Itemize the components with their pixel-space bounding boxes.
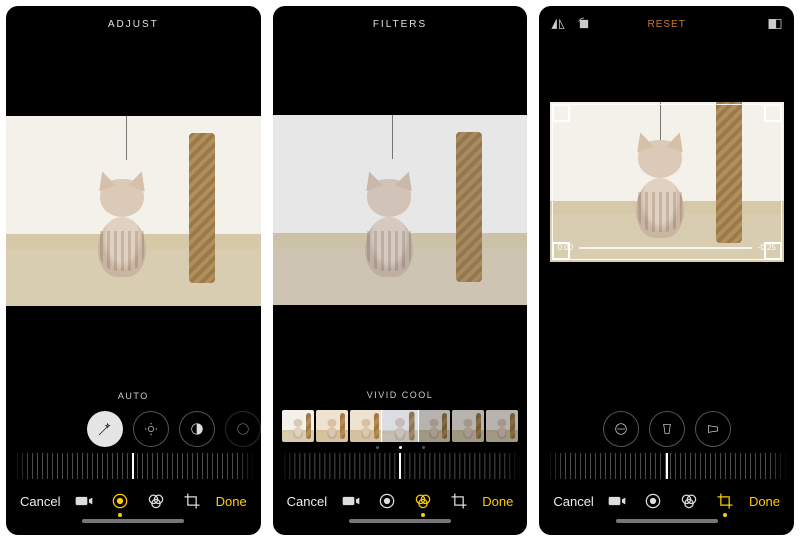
header-title: FILTERS (373, 19, 427, 30)
header: RESET (539, 6, 794, 42)
filter-thumb-vivid[interactable] (316, 410, 348, 442)
filter-thumb-dramatic-cool[interactable] (486, 410, 518, 442)
home-indicator[interactable] (616, 519, 718, 523)
editor-panel-crop: RESET 0:00 -0:25 (539, 6, 794, 535)
brilliance-icon (235, 421, 251, 437)
perspective-vertical-icon (659, 421, 675, 437)
rotation-slider[interactable] (545, 453, 788, 479)
filter-indicator-dots (273, 446, 528, 449)
adjust-tab-icon[interactable] (377, 491, 397, 511)
filters-tab-icon[interactable] (146, 491, 166, 511)
filter-thumb-dramatic[interactable] (418, 410, 450, 442)
done-button[interactable]: Done (216, 494, 247, 509)
filter-name-label: VIVID COOL (273, 390, 528, 400)
adjust-tab-icon[interactable] (110, 491, 130, 511)
exposure-sun-icon (143, 421, 159, 437)
perspective-horizontal-icon (705, 421, 721, 437)
time-remaining: -0:25 (758, 243, 776, 252)
header: FILTERS (273, 6, 528, 42)
video-preview[interactable] (6, 116, 261, 306)
crop-tool-row (539, 411, 794, 447)
preview-area (273, 42, 528, 378)
contrast-button[interactable] (179, 411, 215, 447)
adjust-tool-row (6, 411, 261, 447)
video-preview[interactable] (273, 115, 528, 305)
horizontal-perspective-button[interactable] (695, 411, 731, 447)
adjust-value-slider[interactable] (12, 453, 255, 479)
time-elapsed: 0:00 (558, 243, 574, 252)
filter-thumb-vivid-cool[interactable] (382, 410, 418, 442)
home-indicator[interactable] (349, 519, 451, 523)
cancel-button[interactable]: Cancel (287, 494, 327, 509)
exposure-button[interactable] (133, 411, 169, 447)
cancel-button[interactable]: Cancel (553, 494, 593, 509)
video-mode-icon[interactable] (607, 491, 627, 511)
home-indicator[interactable] (82, 519, 184, 523)
straighten-icon (613, 421, 629, 437)
done-button[interactable]: Done (482, 494, 513, 509)
crop-tab-icon[interactable] (449, 491, 469, 511)
wand-icon (97, 421, 113, 437)
crop-tab-icon[interactable] (182, 491, 202, 511)
filter-thumbnail-strip[interactable] (273, 410, 528, 442)
video-mode-icon[interactable] (341, 491, 361, 511)
done-button[interactable]: Done (749, 494, 780, 509)
adjust-tab-icon[interactable] (643, 491, 663, 511)
filter-thumb-dramatic-warm[interactable] (452, 410, 484, 442)
vertical-perspective-button[interactable] (649, 411, 685, 447)
video-mode-icon[interactable] (74, 491, 94, 511)
straighten-button[interactable] (603, 411, 639, 447)
filter-intensity-slider[interactable] (279, 453, 522, 479)
crop-preview[interactable]: 0:00 -0:25 (550, 102, 784, 262)
preview-area: 0:00 -0:25 (539, 42, 794, 405)
playback-scrubber[interactable]: 0:00 -0:25 (558, 243, 776, 252)
auto-enhance-button[interactable] (87, 411, 123, 447)
header-title: ADJUST (108, 19, 159, 30)
contrast-icon (189, 421, 205, 437)
filters-tab-icon[interactable] (679, 491, 699, 511)
editor-panel-filters: FILTERS VIVID COOL (273, 6, 528, 535)
filter-thumb-vivid-warm[interactable] (350, 410, 382, 442)
reset-button[interactable]: RESET (648, 19, 686, 30)
preview-area (6, 42, 261, 379)
flip-horizontal-icon[interactable] (549, 15, 567, 33)
cancel-button[interactable]: Cancel (20, 494, 60, 509)
adjust-mode-label: AUTO (6, 391, 261, 401)
crop-tab-icon[interactable] (715, 491, 735, 511)
filters-tab-icon[interactable] (413, 491, 433, 511)
rotate-icon[interactable] (575, 15, 593, 33)
aspect-ratio-icon[interactable] (766, 15, 784, 33)
header: ADJUST (6, 6, 261, 42)
next-adjust-button[interactable] (225, 411, 261, 447)
filter-thumb-original[interactable] (282, 410, 314, 442)
editor-panel-adjust: ADJUST AUTO (6, 6, 261, 535)
